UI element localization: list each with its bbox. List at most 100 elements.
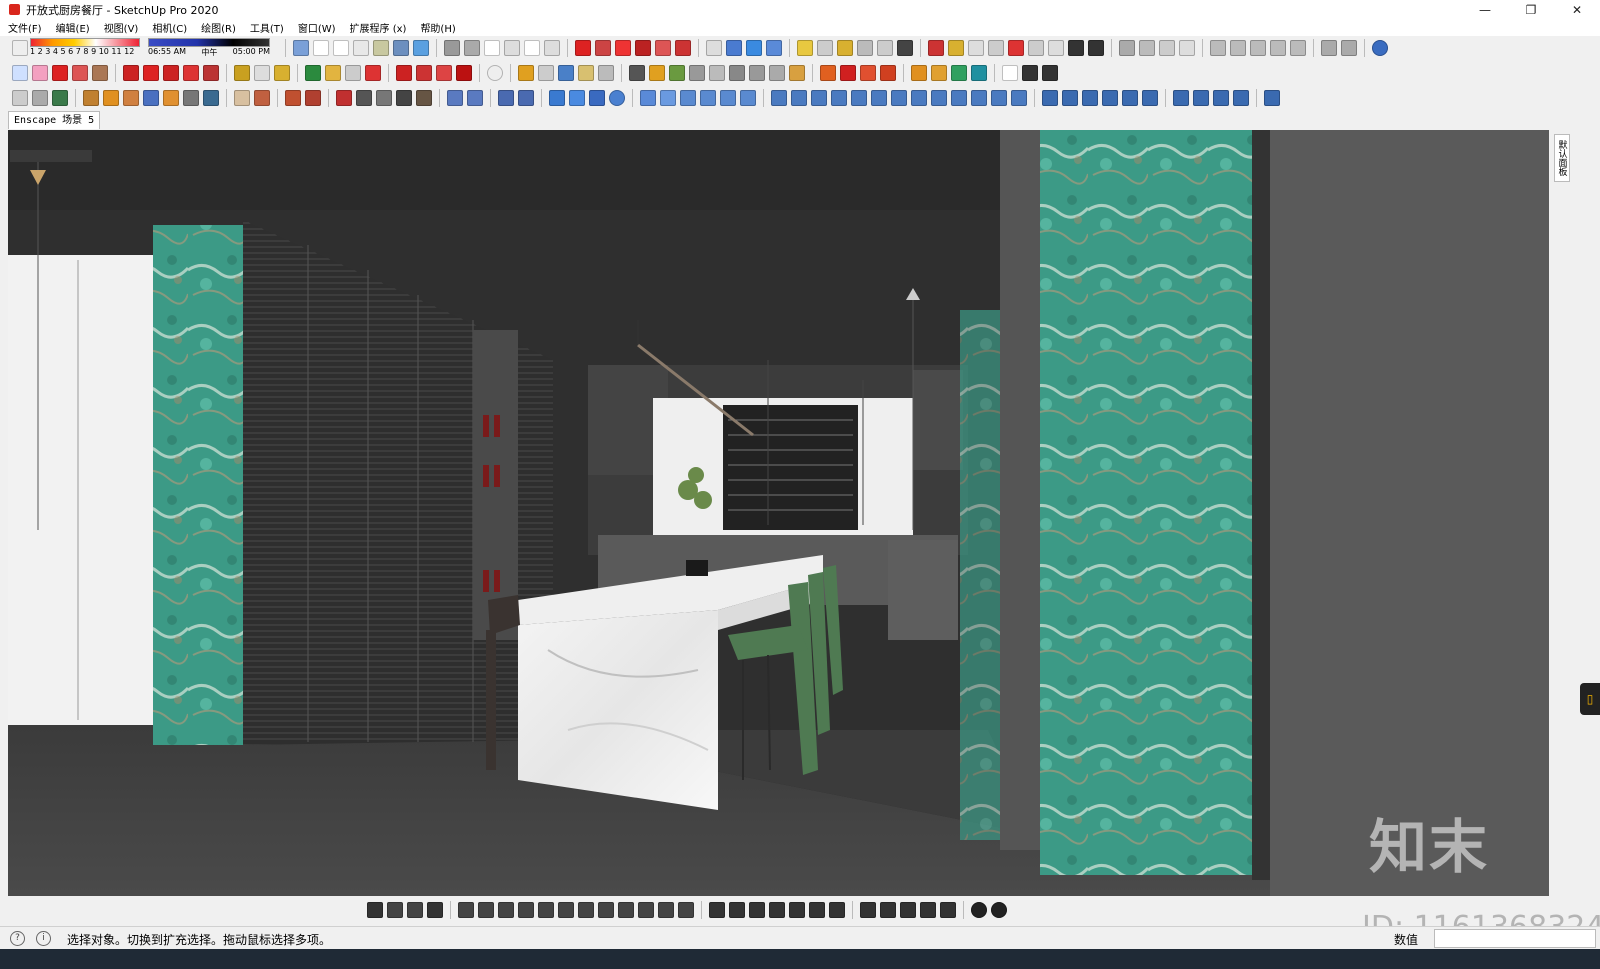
grid-tool-icon[interactable] bbox=[387, 902, 403, 918]
menu-window[interactable]: 窗口(W) bbox=[298, 20, 336, 35]
screen-2-icon[interactable] bbox=[1341, 40, 1357, 56]
arch-tool-icon[interactable] bbox=[538, 902, 554, 918]
zoom-extents-tool-icon[interactable] bbox=[365, 65, 381, 81]
edit-a-icon[interactable] bbox=[771, 90, 787, 106]
menu-extensions[interactable]: 扩展程序 (x) bbox=[350, 20, 407, 35]
enscape-sync-icon[interactable] bbox=[669, 65, 685, 81]
draw-spiral-icon[interactable] bbox=[52, 90, 68, 106]
screen-1-icon[interactable] bbox=[1321, 40, 1337, 56]
look-around-icon[interactable] bbox=[1068, 40, 1084, 56]
edit-g-icon[interactable] bbox=[891, 90, 907, 106]
back-view-icon[interactable] bbox=[524, 40, 540, 56]
enscape-view-icon[interactable] bbox=[689, 65, 705, 81]
location-icon[interactable]: ? bbox=[10, 931, 25, 946]
eraser-tool-icon[interactable] bbox=[32, 65, 48, 81]
wave-tool-icon[interactable] bbox=[749, 902, 765, 918]
slope-tool-icon[interactable] bbox=[407, 902, 423, 918]
mirror-tool-icon[interactable] bbox=[860, 902, 876, 918]
shape-b-icon[interactable] bbox=[1062, 90, 1078, 106]
dimension-icon[interactable] bbox=[857, 40, 873, 56]
ramp-tool-icon[interactable] bbox=[498, 902, 514, 918]
follow-me-icon[interactable] bbox=[183, 65, 199, 81]
tool-arrow-orange-icon[interactable] bbox=[911, 65, 927, 81]
view-grid-5-icon[interactable] bbox=[1290, 40, 1306, 56]
sandbox-icon[interactable] bbox=[538, 65, 554, 81]
protractor-icon[interactable] bbox=[817, 40, 833, 56]
match-photo-icon[interactable] bbox=[578, 65, 594, 81]
edit-k-icon[interactable] bbox=[971, 90, 987, 106]
flag-tool-icon[interactable] bbox=[789, 902, 805, 918]
enscape-chat-icon[interactable] bbox=[769, 65, 785, 81]
top-view-icon[interactable] bbox=[464, 40, 480, 56]
footprint-icon[interactable] bbox=[1088, 40, 1104, 56]
cap-tool-icon[interactable] bbox=[709, 902, 725, 918]
back-edges-icon[interactable] bbox=[313, 40, 329, 56]
close-button[interactable]: ✕ bbox=[1554, 0, 1600, 19]
default-tray-tab[interactable]: 默认面板 bbox=[1554, 134, 1570, 182]
line-pencil-icon[interactable] bbox=[52, 65, 68, 81]
curve-tool-icon[interactable] bbox=[518, 902, 534, 918]
zoom-extents-icon[interactable] bbox=[1008, 40, 1024, 56]
section-cut-icon[interactable] bbox=[635, 40, 651, 56]
enscape-objects-icon[interactable] bbox=[749, 65, 765, 81]
warehouse-icon[interactable] bbox=[396, 65, 412, 81]
sandbox-terrain-icon[interactable] bbox=[629, 65, 645, 81]
plugin-m-icon[interactable] bbox=[356, 90, 372, 106]
wireframe-icon[interactable] bbox=[333, 40, 349, 56]
menu-tools[interactable]: 工具(T) bbox=[250, 20, 284, 35]
solid-tools-icon[interactable] bbox=[518, 65, 534, 81]
zoom-icon[interactable] bbox=[968, 40, 984, 56]
menu-file[interactable]: 文件(F) bbox=[8, 20, 42, 35]
xray-icon[interactable] bbox=[293, 40, 309, 56]
ruby-icon[interactable] bbox=[456, 65, 472, 81]
plugin-k-icon[interactable] bbox=[305, 90, 321, 106]
doc-d-icon[interactable] bbox=[720, 90, 736, 106]
edit-d-icon[interactable] bbox=[831, 90, 847, 106]
layout-3-icon[interactable] bbox=[1159, 40, 1175, 56]
temple-tool-icon[interactable] bbox=[829, 902, 845, 918]
columns-tool-icon[interactable] bbox=[809, 902, 825, 918]
record-tool-icon[interactable] bbox=[971, 902, 987, 918]
pipe-tool-icon[interactable] bbox=[618, 902, 634, 918]
curve-d-icon[interactable] bbox=[1233, 90, 1249, 106]
stop-tool-icon[interactable] bbox=[991, 902, 1007, 918]
loop-tool-icon[interactable] bbox=[558, 902, 574, 918]
view-grid-1-icon[interactable] bbox=[1210, 40, 1226, 56]
plugin-j-icon[interactable] bbox=[285, 90, 301, 106]
edit-i-icon[interactable] bbox=[931, 90, 947, 106]
restore-button[interactable]: ❐ bbox=[1508, 0, 1554, 19]
settings-red-icon[interactable] bbox=[880, 65, 896, 81]
doc-c-icon[interactable] bbox=[700, 90, 716, 106]
section-export-icon[interactable] bbox=[675, 40, 691, 56]
view-grid-2-icon[interactable] bbox=[1230, 40, 1246, 56]
beam-tool-icon[interactable] bbox=[458, 902, 474, 918]
component-active-icon[interactable] bbox=[746, 40, 762, 56]
rotate-tool-icon[interactable] bbox=[163, 65, 179, 81]
credits-icon[interactable]: i bbox=[36, 931, 51, 946]
panel-tool-icon[interactable] bbox=[900, 902, 916, 918]
layers-tool-icon[interactable] bbox=[678, 902, 694, 918]
shaded-icon[interactable] bbox=[373, 40, 389, 56]
gear-orange-icon[interactable] bbox=[860, 65, 876, 81]
edit-m-icon[interactable] bbox=[1011, 90, 1027, 106]
curve-a-icon[interactable] bbox=[1173, 90, 1189, 106]
shadow-month-slider[interactable]: 1 2 3 4 5 6 7 8 9 10 11 12 bbox=[30, 38, 140, 58]
pan-tool-icon[interactable] bbox=[325, 65, 341, 81]
push-pull-icon[interactable] bbox=[123, 65, 139, 81]
draw-curve-icon[interactable] bbox=[32, 90, 48, 106]
pan-icon[interactable] bbox=[948, 40, 964, 56]
edit-h-icon[interactable] bbox=[911, 90, 927, 106]
rail-tool-icon[interactable] bbox=[478, 902, 494, 918]
figure-tool-icon[interactable] bbox=[920, 902, 936, 918]
spring-tool-icon[interactable] bbox=[578, 902, 594, 918]
orbit-icon[interactable] bbox=[928, 40, 944, 56]
cloud-b-icon[interactable] bbox=[467, 90, 483, 106]
iso-view-icon[interactable] bbox=[444, 40, 460, 56]
brush-tool-icon[interactable] bbox=[940, 902, 956, 918]
edit-b-icon[interactable] bbox=[791, 90, 807, 106]
dots-tool-icon[interactable] bbox=[880, 902, 896, 918]
cloud-a-icon[interactable] bbox=[447, 90, 463, 106]
section-plane-icon[interactable] bbox=[575, 40, 591, 56]
curve-b-icon[interactable] bbox=[1193, 90, 1209, 106]
previous-view-icon[interactable] bbox=[1028, 40, 1044, 56]
